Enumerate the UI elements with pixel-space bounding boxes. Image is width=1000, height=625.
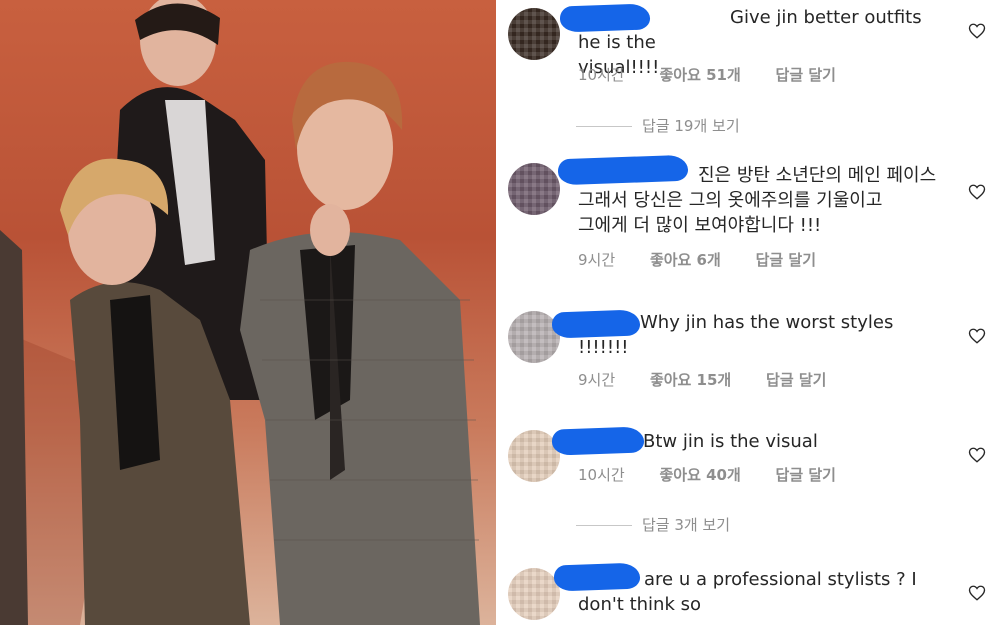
comment-text: are u a professional stylists ? I don't … xyxy=(578,569,917,615)
comment-avatar[interactable] xyxy=(508,8,560,60)
avatar-fill xyxy=(508,8,560,60)
reply-button[interactable]: 답글 달기 xyxy=(776,64,836,85)
group-photo xyxy=(0,0,496,625)
comment-likes[interactable]: 좋아요 51개 xyxy=(659,64,740,85)
reply-button[interactable]: 답글 달기 xyxy=(766,369,826,390)
view-replies-link[interactable]: 답글 19개 보기 xyxy=(576,115,740,136)
view-replies-line xyxy=(576,126,632,127)
comment-time: 10시간 xyxy=(578,466,625,484)
heart-outline-icon[interactable] xyxy=(968,183,986,201)
comment-avatar[interactable] xyxy=(508,163,560,215)
heart-outline-icon[interactable] xyxy=(968,446,986,464)
comment-time: 9시간 xyxy=(578,251,616,269)
view-replies-label: 답글 3개 보기 xyxy=(642,516,731,534)
comment-time: 9시간 xyxy=(578,371,616,389)
comment-meta: 9시간 좋아요 6개 답글 달기 xyxy=(578,249,846,270)
view-replies-label: 답글 19개 보기 xyxy=(642,117,740,135)
comment-meta: 10시간 좋아요 40개 답글 달기 xyxy=(578,464,866,485)
comment-item: 진은 방탄 소년단의 메인 페이스 그래서 당신은 그의 옷에주의를 기울이고 … xyxy=(500,154,1000,285)
avatar-fill xyxy=(508,568,560,620)
reply-button[interactable]: 답글 달기 xyxy=(776,464,836,485)
avatar-fill xyxy=(508,163,560,215)
heart-outline-icon[interactable] xyxy=(968,22,986,40)
comment-likes[interactable]: 좋아요 6개 xyxy=(650,249,721,270)
comments-panel: Give jin better outfits he is the visual… xyxy=(500,0,1000,625)
comment-likes[interactable]: 좋아요 15개 xyxy=(650,369,731,390)
comment-item: Btw jin is the visual 10시간 좋아요 40개 답글 달기… xyxy=(500,424,1000,539)
comment-item: are u a professional stylists ? I don't … xyxy=(500,562,1000,625)
comment-item: Give jin better outfits he is the visual… xyxy=(500,0,1000,150)
view-replies-link[interactable]: 답글 3개 보기 xyxy=(576,514,730,535)
comment-avatar[interactable] xyxy=(508,568,560,620)
reply-button[interactable]: 답글 달기 xyxy=(756,249,816,270)
heart-outline-icon[interactable] xyxy=(968,584,986,602)
comment-meta: 9시간 좋아요 15개 답글 달기 xyxy=(578,369,856,390)
comment-time: 10시간 xyxy=(578,66,625,84)
comment-text: Btw jin is the visual xyxy=(643,431,818,452)
heart-outline-icon[interactable] xyxy=(968,327,986,345)
group-photo-illustration xyxy=(0,0,480,625)
comment-meta: 10시간 좋아요 51개 답글 달기 xyxy=(578,64,866,85)
view-replies-line xyxy=(576,525,632,526)
comment-likes[interactable]: 좋아요 40개 xyxy=(659,464,740,485)
comment-text: Why jin has the worst styles !!!!!!! xyxy=(578,312,894,358)
comment-item: Why jin has the worst styles !!!!!!! 9시간… xyxy=(500,305,1000,405)
comment-text: 진은 방탄 소년단의 메인 페이스 그래서 당신은 그의 옷에주의를 기울이고 … xyxy=(578,165,937,236)
